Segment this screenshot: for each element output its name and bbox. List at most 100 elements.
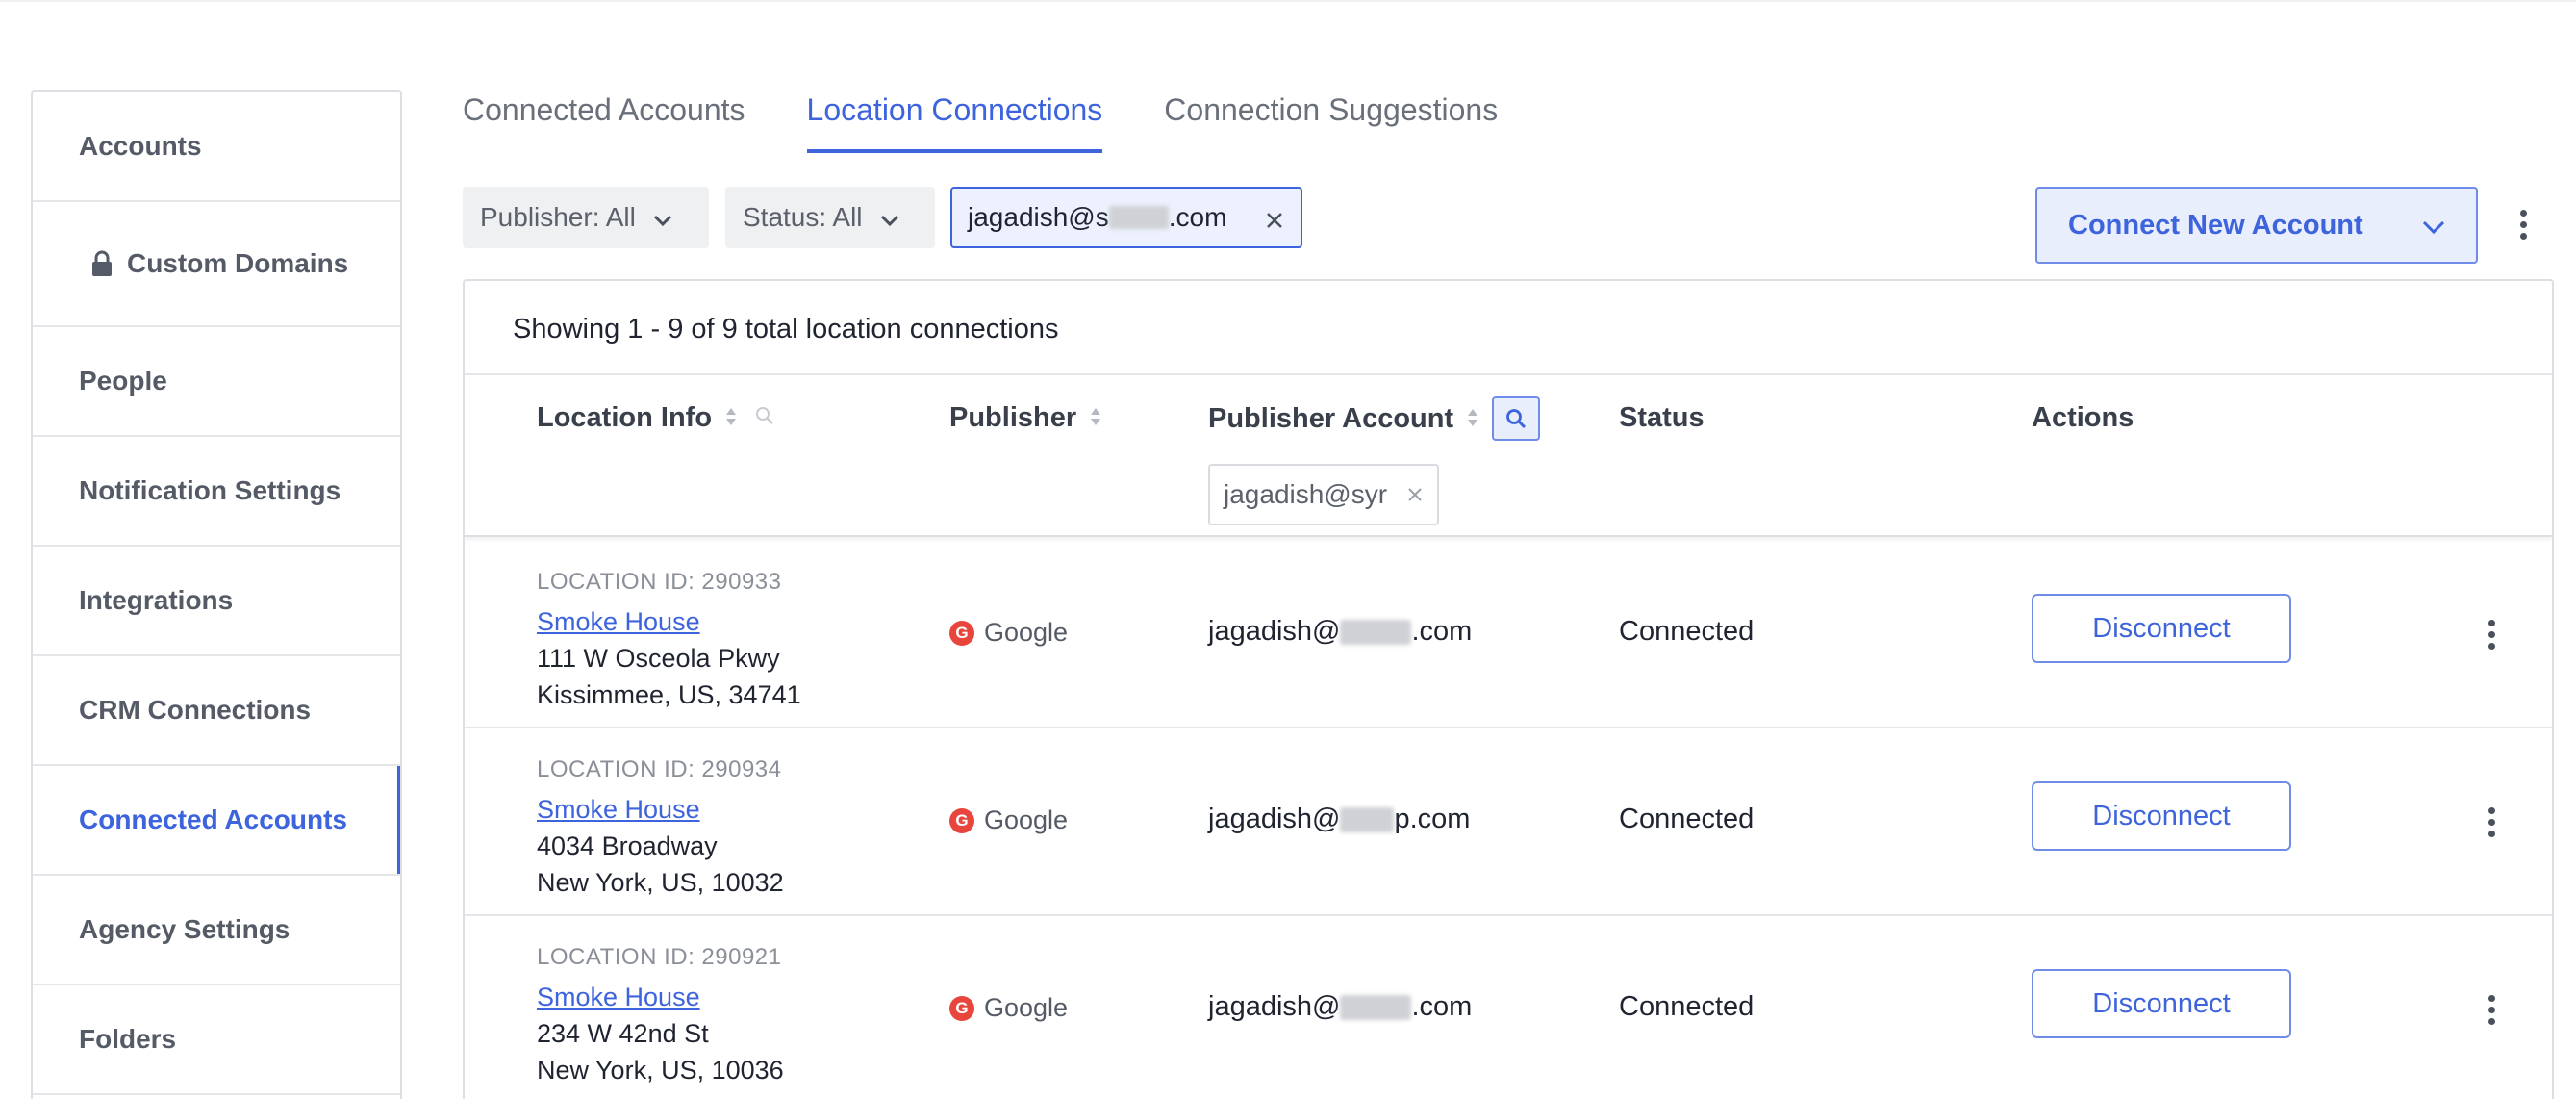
close-icon[interactable] (1264, 207, 1285, 228)
account-prefix: jagadish@ (1208, 991, 1341, 1022)
publisher-account-cell: jagadish@ .com (1208, 616, 1472, 648)
search-icon[interactable] (1492, 396, 1541, 441)
location-name-link[interactable]: Smoke House (537, 603, 801, 640)
account-prefix: jagadish@ (1208, 804, 1341, 834)
publisher-cell: G Google (949, 805, 1068, 835)
table-row: LOCATION ID: 290921 Smoke House 234 W 42… (465, 916, 2552, 1099)
location-id: LOCATION ID: 290933 (537, 569, 782, 595)
disconnect-button[interactable]: Disconnect (2032, 594, 2291, 663)
redacted-text (1340, 619, 1412, 645)
sidebar-item-notification-settings[interactable]: Notification Settings (33, 437, 400, 547)
location-id: LOCATION ID: 290921 (537, 944, 782, 970)
location-id: LOCATION ID: 290934 (537, 756, 782, 782)
publisher-account-cell: jagadish@ .com (1208, 991, 1472, 1023)
sidebar-item-label: Notification Settings (79, 475, 341, 505)
location-address-line1: 4034 Broadway (537, 831, 718, 860)
sidebar-item-label: People (79, 366, 167, 396)
table-header: Location Info Publisher Publisher Accoun… (465, 373, 2552, 537)
sort-icon[interactable] (725, 402, 737, 434)
table-row: LOCATION ID: 290934 Smoke House 4034 Bro… (465, 728, 2552, 916)
location-name-link[interactable]: Smoke House (537, 791, 784, 828)
column-header-location-info[interactable]: Location Info (537, 402, 775, 434)
sidebar-item-integrations[interactable]: Integrations (33, 547, 400, 656)
column-label: Publisher Account (1208, 402, 1454, 434)
column-header-publisher[interactable]: Publisher (949, 402, 1101, 434)
sort-icon[interactable] (1090, 402, 1101, 434)
status-filter-dropdown[interactable]: Status: All (725, 187, 935, 248)
sidebar-item-label: Folders (79, 1024, 177, 1054)
location-address-line2: New York, US, 10032 (537, 868, 784, 897)
account-suffix: .com (1411, 616, 1473, 647)
status-text: Connected (1619, 804, 1755, 834)
location-connections-table: Showing 1 - 9 of 9 total location connec… (463, 279, 2554, 1099)
connect-new-account-button[interactable]: Connect New Account (2035, 187, 2478, 264)
filter-input-value: jagadish@syr (1224, 479, 1388, 509)
disconnect-button[interactable]: Disconnect (2032, 781, 2291, 851)
publisher-account-cell: jagadish@ p.com (1208, 804, 1470, 835)
google-icon: G (949, 995, 974, 1021)
tab-connected-accounts[interactable]: Connected Accounts (463, 92, 745, 153)
email-filter-prefix: jagadish@s (968, 202, 1109, 232)
close-icon[interactable] (1406, 479, 1424, 510)
location-address-line2: Kissimmee, US, 34741 (537, 680, 801, 709)
lock-icon (90, 250, 114, 277)
location-info-cell: LOCATION ID: 290933 Smoke House 111 W Os… (537, 564, 801, 713)
location-info-cell: LOCATION ID: 290921 Smoke House 234 W 42… (537, 939, 784, 1088)
google-icon: G (949, 807, 974, 833)
sidebar-item-label: Accounts (79, 131, 202, 161)
sort-icon[interactable] (1467, 403, 1478, 435)
publisher-name: Google (984, 993, 1069, 1022)
tab-connection-suggestions[interactable]: Connection Suggestions (1164, 92, 1498, 153)
location-address-line1: 234 W 42nd St (537, 1019, 709, 1048)
sidebar-item-label: Custom Domains (127, 248, 349, 278)
chevron-down-icon (880, 202, 899, 233)
sidebar-item-label: Integrations (79, 585, 234, 615)
account-suffix: .com (1411, 991, 1473, 1022)
row-more-options-icon[interactable] (2488, 807, 2495, 837)
account-prefix: jagadish@ (1208, 616, 1341, 647)
sidebar-item-people[interactable]: People (33, 327, 400, 437)
sidebar-item-agency-settings[interactable]: Agency Settings (33, 876, 400, 985)
redacted-text (1340, 806, 1395, 832)
top-divider (0, 0, 2576, 2)
column-header-actions: Actions (2032, 402, 2134, 433)
column-header-status: Status (1619, 402, 1705, 433)
publisher-name: Google (984, 618, 1069, 647)
search-icon[interactable] (754, 402, 775, 434)
publisher-filter-dropdown[interactable]: Publisher: All (463, 187, 709, 248)
google-icon: G (949, 620, 974, 646)
connection-tabs: Connected Accounts Location Connections … (463, 92, 1559, 153)
status-text: Connected (1619, 991, 1755, 1022)
status-text: Connected (1619, 616, 1755, 647)
column-header-publisher-account[interactable]: Publisher Account (1208, 396, 1541, 441)
sidebar-item-accounts[interactable]: Accounts (33, 92, 400, 202)
redacted-text (1340, 994, 1412, 1020)
sidebar-item-folders[interactable]: Folders (33, 985, 400, 1095)
email-filter-suffix: .com (1168, 202, 1227, 232)
table-row: LOCATION ID: 290933 Smoke House 111 W Os… (465, 541, 2552, 728)
results-summary: Showing 1 - 9 of 9 total location connec… (513, 314, 1059, 345)
publisher-cell: G Google (949, 618, 1068, 648)
row-more-options-icon[interactable] (2488, 995, 2495, 1025)
settings-sidebar: Accounts Custom Domains People Notificat… (31, 90, 402, 1099)
account-suffix: p.com (1394, 804, 1471, 834)
status-filter-label: Status: All (743, 202, 863, 232)
more-options-icon[interactable] (2519, 210, 2527, 240)
location-address-line1: 111 W Osceola Pkwy (537, 644, 780, 673)
publisher-account-filter-input[interactable]: jagadish@syr (1208, 464, 1439, 525)
column-label: Location Info (537, 402, 713, 433)
publisher-name: Google (984, 805, 1069, 834)
disconnect-button[interactable]: Disconnect (2032, 969, 2291, 1038)
location-address-line2: New York, US, 10036 (537, 1056, 784, 1085)
column-label: Publisher (949, 402, 1077, 433)
sidebar-item-label: Connected Accounts (79, 805, 347, 834)
publisher-cell: G Google (949, 993, 1068, 1023)
tab-location-connections[interactable]: Location Connections (806, 92, 1103, 153)
sidebar-item-crm-connections[interactable]: CRM Connections (33, 656, 400, 766)
sidebar-item-connected-accounts[interactable]: Connected Accounts (33, 766, 400, 876)
email-filter-chip[interactable]: jagadish@s .com (950, 187, 1302, 248)
chevron-down-icon (653, 202, 672, 233)
sidebar-item-custom-domains[interactable]: Custom Domains (33, 202, 400, 327)
row-more-options-icon[interactable] (2488, 620, 2495, 650)
location-name-link[interactable]: Smoke House (537, 979, 784, 1015)
